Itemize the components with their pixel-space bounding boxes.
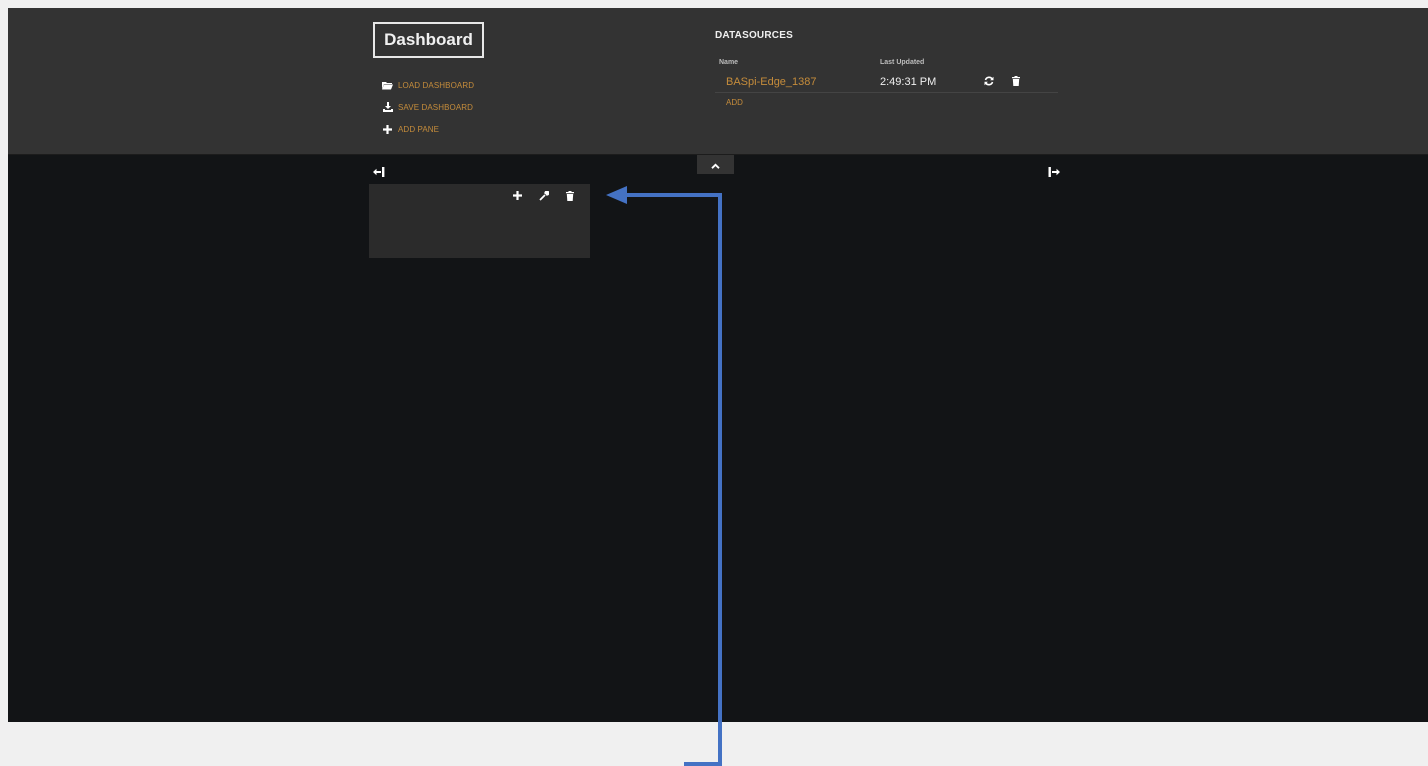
datasource-last-updated: 2:49:31 PM	[880, 76, 937, 88]
add-pane-label: ADD PANE	[398, 124, 440, 134]
save-dashboard-label: SAVE DASHBOARD	[398, 102, 474, 112]
collapse-header-button[interactable]	[697, 155, 734, 174]
column-header-name: Name	[719, 59, 739, 66]
column-header-last-updated: Last Updated	[880, 59, 925, 66]
dashboard-pane	[369, 184, 590, 258]
trash-icon[interactable]	[1010, 75, 1021, 86]
datasource-row: BASpi-Edge_1387 2:49:31 PM	[715, 71, 1058, 93]
datasource-name-link[interactable]: BASpi-Edge_1387	[726, 76, 817, 88]
wrench-icon[interactable]	[538, 190, 549, 201]
board-menu: LOAD DASHBOARD SAVE DASHBOARD ADD PANE	[382, 74, 474, 140]
remove-column-icon[interactable]	[373, 164, 387, 177]
dashboard-window: Dashboard LOAD DASHBOARD SAVE DASHBOARD …	[8, 8, 1428, 722]
add-column-icon[interactable]	[1048, 164, 1062, 177]
dashboard-title: Dashboard	[373, 22, 484, 58]
add-pane-button[interactable]: ADD PANE	[382, 118, 474, 140]
datasources-panel: DATASOURCES Name Last Updated BASpi-Edge…	[715, 30, 1058, 107]
datasources-table-header: Name Last Updated	[715, 57, 1058, 71]
save-dashboard-button[interactable]: SAVE DASHBOARD	[382, 96, 474, 118]
chevron-up-icon	[711, 156, 720, 174]
datasources-title: DATASOURCES	[715, 30, 793, 41]
load-dashboard-button[interactable]: LOAD DASHBOARD	[382, 74, 474, 96]
add-datasource-button[interactable]: ADD	[726, 98, 1058, 107]
refresh-icon[interactable]	[983, 75, 994, 86]
header-panel: Dashboard LOAD DASHBOARD SAVE DASHBOARD …	[8, 8, 1428, 155]
load-dashboard-label: LOAD DASHBOARD	[398, 80, 475, 90]
pane-toolbar	[512, 190, 590, 201]
download-icon	[382, 102, 393, 113]
folder-open-icon	[382, 80, 393, 91]
add-widget-icon[interactable]	[512, 190, 523, 201]
pane-trash-icon[interactable]	[564, 190, 575, 201]
plus-icon	[382, 124, 393, 135]
